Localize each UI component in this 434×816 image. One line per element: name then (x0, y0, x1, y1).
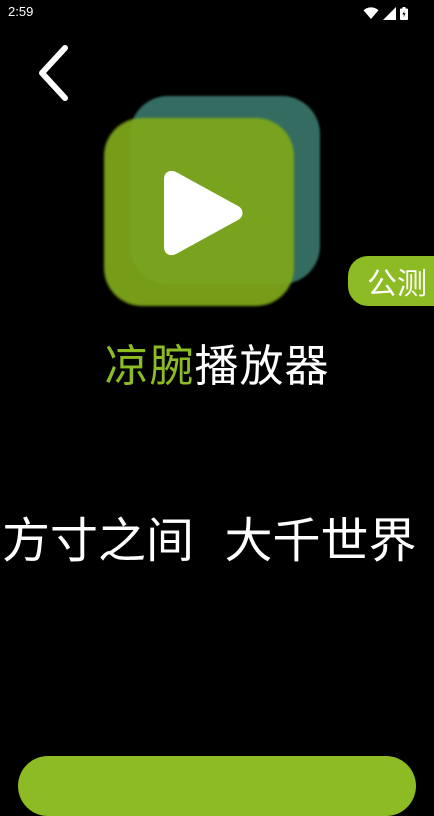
status-icons (363, 5, 408, 24)
signal-icon (383, 5, 396, 24)
play-icon (162, 166, 246, 260)
beta-badge: 公测 (348, 256, 434, 306)
wifi-icon (363, 5, 379, 24)
beta-badge-label: 公测 (367, 267, 427, 302)
battery-icon (400, 5, 408, 24)
slogan: 方寸之间 大千世界 (2, 513, 417, 569)
status-bar: 2:59 (0, 0, 434, 24)
app-title-accent: 凉腕 (104, 341, 195, 392)
app-title: 凉腕播放器 (0, 330, 434, 394)
app-logo (96, 90, 328, 315)
chevron-left-icon (37, 44, 71, 106)
bottom-action-button[interactable] (18, 756, 416, 816)
status-time: 2:59 (8, 4, 34, 19)
back-button[interactable] (30, 44, 78, 106)
app-title-rest: 播放器 (194, 341, 330, 392)
